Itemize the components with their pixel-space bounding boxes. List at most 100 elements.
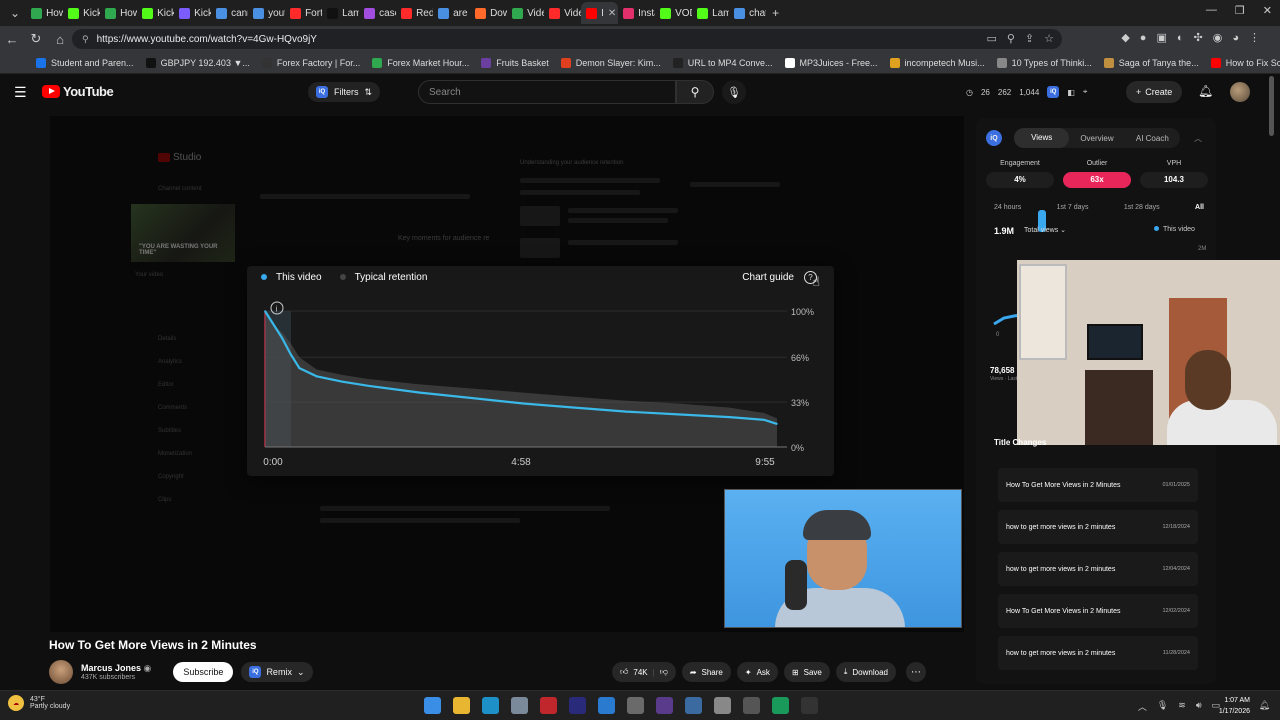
tray-overflow-icon[interactable]: ︿ — [1138, 700, 1147, 713]
browser-tab[interactable]: Lama✕ — [322, 2, 359, 24]
share-page-icon[interactable]: ⇪ — [1025, 32, 1034, 45]
bookmark-item[interactable]: Forex Market Hour... — [366, 57, 475, 68]
app-icon[interactable] — [656, 697, 673, 714]
save-button[interactable]: ⊞ Save — [783, 662, 830, 682]
profile-icon[interactable]: ◉ — [1213, 31, 1223, 44]
browser-tab[interactable]: Kick✕ — [137, 2, 174, 24]
new-tab-button[interactable]: + — [766, 6, 785, 20]
remix-button[interactable]: iQ Remix ⌄ — [241, 662, 313, 682]
youtube-logo[interactable]: YouTube — [42, 84, 114, 99]
browser-tab[interactable]: Lama✕ — [692, 2, 729, 24]
volume-icon[interactable]: 🔊︎ — [1196, 700, 1202, 713]
thumbs-down-icon[interactable]: 👎︎ — [660, 667, 668, 677]
taskbar-clock[interactable]: 1:07 AM 1/17/2026 — [1219, 695, 1250, 717]
browser-tab[interactable]: Kick✕ — [174, 2, 211, 24]
search-input[interactable]: Search — [418, 80, 676, 104]
close-window-icon[interactable]: ✕ — [1263, 4, 1272, 17]
restore-icon[interactable]: ❐ — [1235, 4, 1245, 17]
bookmark-item[interactable]: 10 Types of Thinki... — [991, 57, 1098, 68]
bookmark-item[interactable]: Saga of Tanya the... — [1098, 57, 1205, 68]
collapse-icon[interactable]: ︿ — [1194, 133, 1202, 144]
like-button[interactable]: 👍︎ 74K | 👎︎ — [612, 662, 676, 682]
vidiq-tab-ai-coach[interactable]: AI Coach — [1125, 134, 1180, 143]
bookmark-item[interactable]: Demon Slayer: Kim... — [555, 57, 667, 68]
vidiq-tab-overview[interactable]: Overview — [1069, 134, 1124, 143]
time-range-option[interactable]: 1st 7 days — [1057, 204, 1089, 211]
share-button[interactable]: ➦ Share — [681, 662, 731, 682]
browser-tab[interactable]: Fortr✕ — [285, 2, 322, 24]
premiere-icon[interactable] — [569, 697, 586, 714]
time-range-option[interactable]: 24 hours — [994, 204, 1021, 211]
bookmark-item[interactable]: MP3Juices - Free... — [779, 57, 884, 68]
back-icon[interactable]: ← — [0, 32, 24, 47]
weather-widget[interactable]: ☁ 43°F Partly cloudy — [8, 695, 70, 711]
copilot-icon[interactable]: ◕ — [1232, 32, 1239, 44]
bookmark-item[interactable]: Fruits Basket — [475, 57, 555, 68]
address-bar[interactable]: ⚲ https://www.youtube.com/watch?v=4Gw-HQ… — [72, 29, 1062, 49]
install-app-icon[interactable]: ▭ — [986, 32, 996, 45]
more-actions-icon[interactable]: ⋯ — [905, 662, 926, 682]
bookmark-item[interactable]: Forex Factory | For... — [256, 57, 366, 68]
site-info-icon[interactable]: ⚲ — [82, 34, 89, 45]
bookmark-item[interactable]: URL to MP4 Conve... — [667, 57, 779, 68]
browser-tab[interactable]: case✕ — [359, 2, 396, 24]
minimize-icon[interactable]: — — [1206, 4, 1217, 17]
time-range-option[interactable]: All — [1195, 204, 1204, 211]
browser-tab[interactable]: Vide✕ — [507, 2, 544, 24]
iq-badge-icon[interactable]: iQ — [1047, 86, 1060, 98]
app-icon[interactable] — [801, 697, 818, 714]
start-menu-icon[interactable] — [424, 697, 441, 714]
extension-icon[interactable]: ◐ — [1177, 32, 1184, 44]
app-icon[interactable] — [685, 697, 702, 714]
menu-dots-icon[interactable]: ⋮ — [1249, 31, 1260, 44]
extension-icon[interactable]: ● — [1140, 32, 1147, 44]
app-icon[interactable] — [540, 697, 557, 714]
browser-tab[interactable]: How✕ — [100, 2, 137, 24]
subscribe-button[interactable]: Subscribe — [173, 662, 234, 682]
browser-tab[interactable]: Kick✕ — [63, 2, 100, 24]
download-button[interactable]: ⤓ Download — [835, 662, 896, 682]
notification-center-icon[interactable]: 🔔︎ — [1259, 700, 1270, 711]
create-button[interactable]: + Create — [1126, 81, 1183, 103]
calculator-icon[interactable] — [714, 697, 731, 714]
chart-guide-label[interactable]: Chart guide — [742, 272, 794, 283]
search-button[interactable]: ⚲ — [676, 80, 714, 104]
pin-icon[interactable]: ⌖ — [1083, 87, 1088, 97]
tab-search-icon[interactable]: ⌄ — [4, 6, 26, 20]
voice-search-button[interactable]: 🎙 — [722, 80, 746, 104]
browser-tab[interactable]: chat✕ — [729, 2, 766, 24]
reload-icon[interactable]: ↻ — [24, 31, 48, 47]
bookmark-item[interactable]: GBPJPY 192.403 ▼... — [140, 57, 256, 68]
file-explorer-icon[interactable] — [453, 697, 470, 714]
retention-chart[interactable]: 100% 66% 33% 0% i 0:00 4:58 9:55 — [247, 296, 834, 476]
store-icon[interactable] — [511, 697, 528, 714]
channel-avatar[interactable] — [49, 660, 73, 684]
time-range-option[interactable]: 1st 28 days — [1124, 204, 1160, 211]
vidiq-tab-views[interactable]: Views — [1014, 128, 1070, 148]
browser-tab[interactable]: yout✕ — [248, 2, 285, 24]
ask-button[interactable]: ✦ Ask — [736, 662, 778, 682]
browser-tab[interactable]: How✕ — [26, 2, 63, 24]
notifications-bell-icon[interactable]: 🔔︎ — [1198, 84, 1213, 98]
browser-tab[interactable]: Vide✕ — [544, 2, 581, 24]
browser-tab[interactable]: cann✕ — [211, 2, 248, 24]
legend-this-video[interactable]: This video — [261, 272, 322, 283]
browser-tab[interactable]: Redg✕ — [396, 2, 433, 24]
browser-tab[interactable]: I ✕ — [581, 2, 619, 24]
bookmark-item[interactable]: incompetech Musi... — [884, 57, 991, 68]
app-icon[interactable] — [598, 697, 615, 714]
browser-tab[interactable]: Dow✕ — [470, 2, 507, 24]
app-icon[interactable] — [772, 697, 789, 714]
browser-tab[interactable]: VOD✕ — [655, 2, 692, 24]
app-icon[interactable] — [743, 697, 760, 714]
extension-icon[interactable]: ◆ — [1121, 31, 1129, 44]
app-icon[interactable] — [627, 697, 644, 714]
menu-hamburger-icon[interactable]: ☰ — [14, 84, 27, 101]
legend-typical-retention[interactable]: Typical retention — [339, 272, 427, 283]
home-icon[interactable]: ⌂ — [48, 32, 72, 47]
extension-icon[interactable]: ◧ — [1067, 88, 1075, 97]
total-views-select[interactable]: Total views ⌄ — [1024, 226, 1066, 234]
channel-name[interactable]: Marcus Jones ◉ — [81, 663, 151, 674]
edge-browser-icon[interactable] — [482, 697, 499, 714]
account-avatar[interactable] — [1230, 82, 1250, 102]
